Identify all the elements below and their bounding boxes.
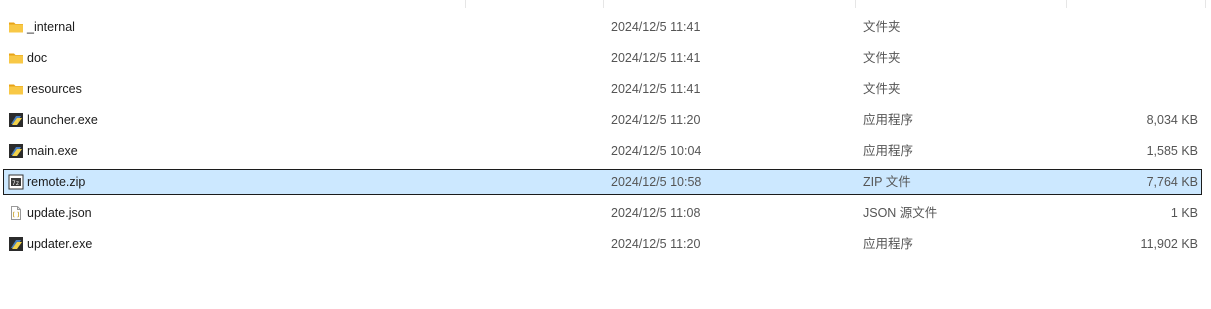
folder-icon — [8, 81, 24, 97]
column-header-strip — [0, 0, 1211, 8]
folder-icon — [8, 50, 24, 66]
python-exe-icon — [8, 143, 24, 159]
file-row-resources[interactable]: resources 2024/12/5 11:41 文件夹 — [3, 76, 1202, 102]
file-type: 文件夹 — [863, 82, 901, 96]
file-name: _internal — [27, 20, 75, 34]
file-row-internal[interactable]: _internal 2024/12/5 11:41 文件夹 — [3, 14, 1202, 40]
folder-icon — [8, 19, 24, 35]
file-row-main[interactable]: main.exe 2024/12/5 10:04 应用程序 1,585 KB — [3, 138, 1202, 164]
file-name: remote.zip — [27, 175, 86, 189]
file-size: 7,764 KB — [1146, 175, 1198, 189]
file-date-modified: 2024/12/5 11:41 — [611, 20, 701, 34]
file-date-modified: 2024/12/5 11:41 — [611, 82, 701, 96]
file-type: 应用程序 — [863, 144, 914, 158]
file-name: resources — [27, 82, 82, 96]
svg-text:7z: 7z — [12, 180, 20, 187]
zip-archive-icon: 7z — [8, 174, 24, 190]
file-date-modified: 2024/12/5 11:08 — [611, 206, 701, 220]
file-row-updater[interactable]: updater.exe 2024/12/5 11:20 应用程序 11,902 … — [3, 231, 1202, 257]
file-type: 文件夹 — [863, 51, 901, 65]
file-type: ZIP 文件 — [863, 175, 911, 189]
file-row-launcher[interactable]: launcher.exe 2024/12/5 11:20 应用程序 8,034 … — [3, 107, 1202, 133]
file-list: _internal 2024/12/5 11:41 文件夹 doc 2024/1… — [0, 0, 1211, 309]
file-name: doc — [27, 51, 48, 65]
file-name: main.exe — [27, 144, 78, 158]
file-date-modified: 2024/12/5 11:20 — [611, 237, 701, 251]
file-size: 11,902 KB — [1140, 237, 1198, 251]
file-type: 应用程序 — [863, 237, 914, 251]
file-date-modified: 2024/12/5 11:20 — [611, 113, 701, 127]
file-row-doc[interactable]: doc 2024/12/5 11:41 文件夹 — [3, 45, 1202, 71]
file-size: 8,034 KB — [1146, 113, 1198, 127]
file-row-update-json[interactable]: update.json 2024/12/5 11:08 JSON 源文件 1 K… — [3, 200, 1202, 226]
column-divider-date[interactable] — [603, 0, 604, 8]
file-type: 应用程序 — [863, 113, 914, 127]
file-date-modified: 2024/12/5 10:04 — [611, 144, 702, 158]
column-divider-end[interactable] — [1205, 0, 1206, 8]
column-divider-name[interactable] — [465, 0, 466, 8]
file-size: 1 KB — [1170, 206, 1198, 220]
file-name: updater.exe — [27, 237, 93, 251]
file-type: JSON 源文件 — [863, 206, 938, 220]
python-exe-icon — [8, 112, 24, 128]
column-divider-size[interactable] — [1066, 0, 1067, 8]
file-row-remote-zip[interactable]: 7z remote.zip 2024/12/5 10:58 ZIP 文件 7,7… — [3, 169, 1202, 195]
json-file-icon — [8, 205, 24, 221]
file-date-modified: 2024/12/5 10:58 — [611, 175, 702, 189]
file-name: update.json — [27, 206, 92, 220]
column-divider-type[interactable] — [855, 0, 856, 8]
file-name: launcher.exe — [27, 113, 98, 127]
file-date-modified: 2024/12/5 11:41 — [611, 51, 701, 65]
python-exe-icon — [8, 236, 24, 252]
file-size: 1,585 KB — [1146, 144, 1198, 158]
file-type: 文件夹 — [863, 20, 901, 34]
